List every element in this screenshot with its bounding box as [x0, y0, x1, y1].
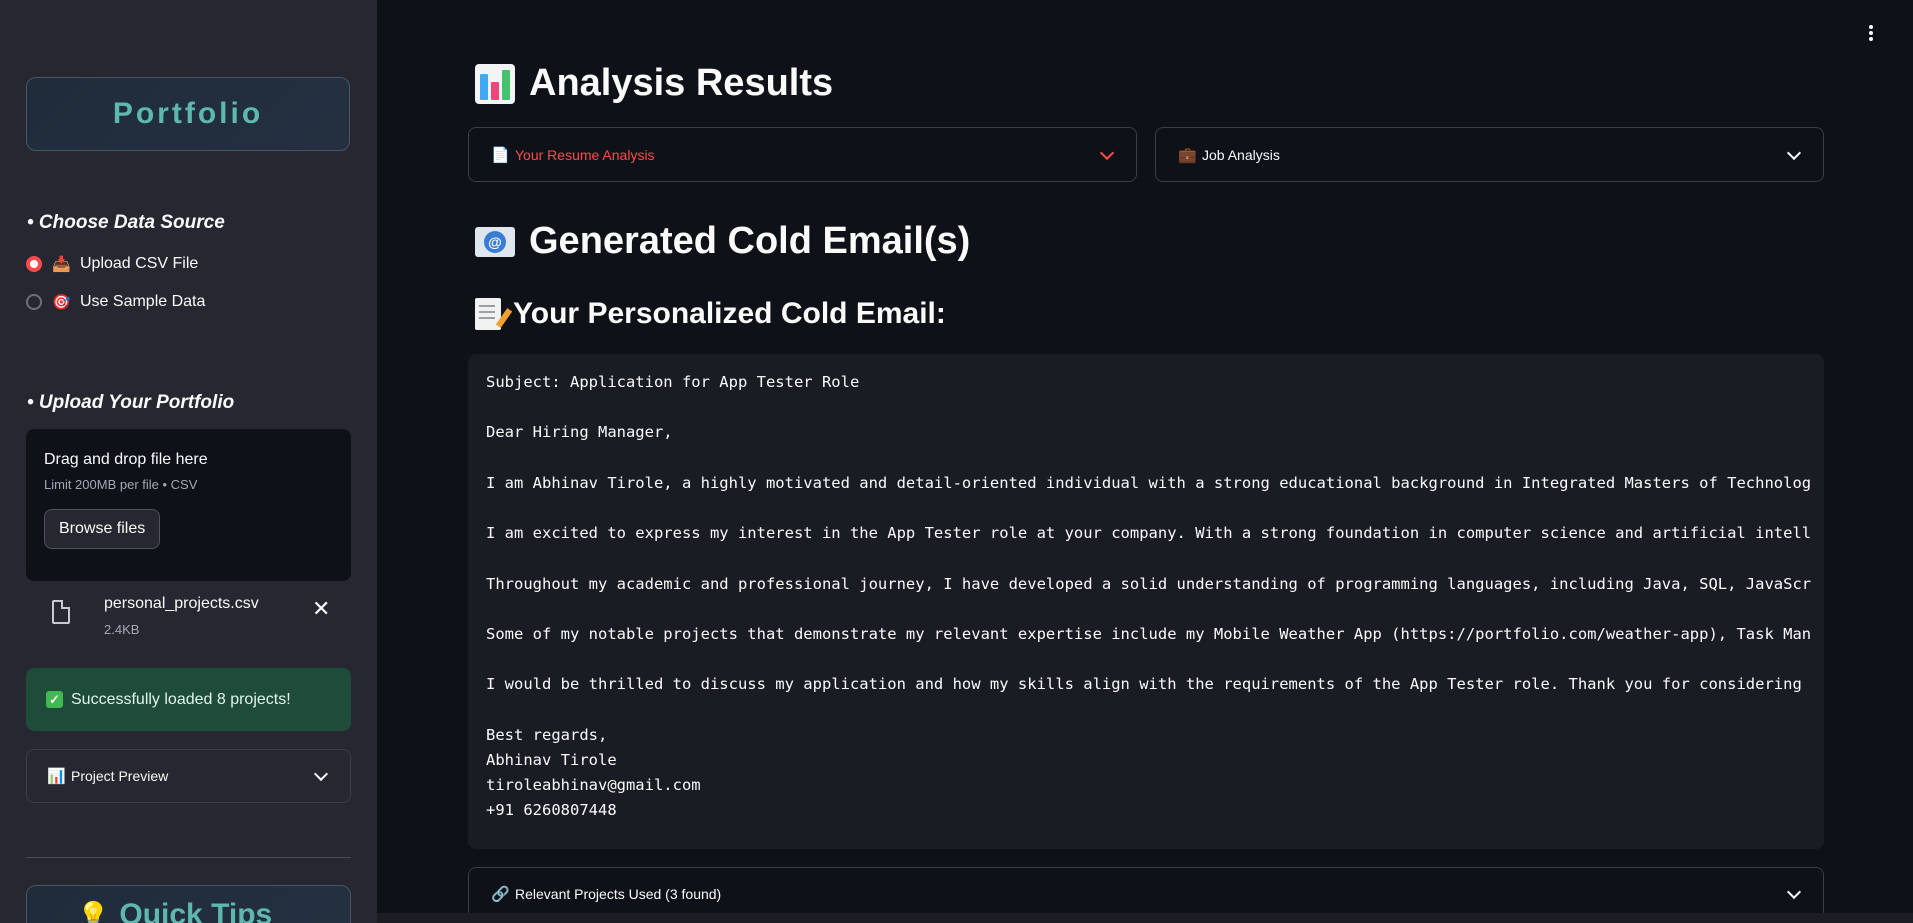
horizontal-scrollbar[interactable] — [377, 913, 1913, 923]
email-line: +91 6260807448 — [486, 801, 617, 820]
email-line — [486, 395, 1824, 420]
email-line: Subject: Application for App Tester Role — [486, 373, 860, 391]
radio-button-checked[interactable] — [26, 256, 42, 272]
success-message: Successfully loaded 8 projects! — [71, 690, 291, 708]
email-code-block: Subject: Application for App Tester Role… — [468, 354, 1824, 849]
dropzone-limit: Limit 200MB per file • CSV — [44, 477, 198, 492]
resume-analysis-expander[interactable]: 📄 Your Resume Analysis — [468, 127, 1137, 182]
email-line: I am excited to express my interest in t… — [486, 524, 1812, 543]
main-menu-kebab-icon[interactable] — [1869, 25, 1875, 43]
generated-emails-heading: @ Generated Cold Email(s) — [475, 220, 970, 263]
email-line: I would be thrilled to discuss my applic… — [486, 675, 1802, 694]
browse-files-button[interactable]: Browse files — [44, 509, 161, 549]
dropzone-title: Drag and drop file here — [44, 451, 208, 468]
email-line — [486, 647, 1824, 672]
link-icon: 🔗 — [491, 885, 510, 903]
chevron-down-icon — [313, 766, 329, 782]
expander-label: Your Resume Analysis — [515, 146, 655, 163]
email-line: Throughout my academic and professional … — [486, 574, 1812, 593]
email-line: Dear Hiring Manager, — [486, 423, 673, 442]
bar-chart-icon — [475, 63, 515, 104]
analysis-results-heading: Analysis Results — [475, 62, 833, 105]
sidebar: Portfolio • Choose Data Source 📥 Upload … — [0, 0, 377, 923]
email-line — [486, 597, 1824, 622]
uploaded-file-size: 2.4KB — [104, 622, 140, 637]
briefcase-icon: 💼 — [1178, 146, 1197, 164]
project-preview-expander[interactable]: 📊 Project Preview — [26, 749, 351, 803]
portfolio-title: Portfolio — [112, 97, 264, 130]
lightbulb-icon: 💡 — [77, 900, 110, 923]
email-line — [486, 546, 1824, 571]
radio-upload-csv[interactable]: 📥 Upload CSV File — [26, 255, 198, 273]
expander-label: Relevant Projects Used (3 found) — [515, 885, 722, 902]
expander-label: Job Analysis — [1202, 146, 1280, 163]
upload-portfolio-heading: • Upload Your Portfolio — [27, 392, 235, 413]
radio-button[interactable] — [26, 294, 42, 310]
email-icon: @ — [475, 226, 515, 257]
radio-use-sample-data[interactable]: 🎯 Use Sample Data — [26, 293, 205, 311]
email-line — [486, 496, 1824, 521]
check-mark-icon: ✓ — [46, 691, 63, 708]
page-facing-up-icon: 📄 — [491, 146, 510, 164]
email-line: Abhinav Tirole — [486, 750, 617, 769]
remove-file-close-icon[interactable]: ✕ — [312, 596, 330, 622]
memo-icon — [475, 298, 501, 330]
personalized-email-heading: Your Personalized Cold Email: — [475, 297, 946, 331]
expander-label: Project Preview — [71, 768, 169, 784]
email-line: tiroleabhinav@gmail.com — [486, 776, 701, 794]
personalized-email-title: Your Personalized Cold Email: — [513, 297, 946, 330]
bar-chart-icon: 📊 — [47, 768, 66, 785]
email-line — [486, 697, 1824, 722]
file-icon — [52, 600, 70, 624]
quick-tips-title: Quick Tips — [119, 898, 273, 923]
uploaded-file-name: personal_projects.csv — [104, 595, 259, 612]
radio-label: Use Sample Data — [80, 293, 206, 310]
relevant-projects-expander[interactable]: 🔗 Relevant Projects Used (3 found) — [468, 867, 1824, 919]
radio-label: Upload CSV File — [80, 255, 199, 272]
email-line — [486, 446, 1824, 471]
portfolio-title-banner: Portfolio — [26, 77, 350, 151]
job-analysis-expander[interactable]: 💼 Job Analysis — [1155, 127, 1824, 182]
chevron-down-icon — [1786, 884, 1802, 899]
email-line: I am Abhinav Tirole, a highly motivated … — [486, 473, 1812, 492]
quick-tips-banner: 💡 Quick Tips — [26, 885, 351, 923]
analysis-results-title: Analysis Results — [529, 62, 834, 104]
inbox-tray-icon: 📥 — [52, 256, 71, 273]
sidebar-divider — [26, 857, 351, 858]
chevron-down-icon — [1099, 145, 1115, 160]
uploaded-file-row: personal_projects.csv 2.4KB ✕ — [26, 592, 351, 642]
dart-target-icon: 🎯 — [52, 294, 71, 311]
success-alert: ✓ Successfully loaded 8 projects! — [26, 668, 351, 731]
email-line: Best regards, — [486, 725, 608, 744]
chevron-down-icon — [1786, 145, 1802, 160]
file-uploader-dropzone[interactable]: Drag and drop file here Limit 200MB per … — [26, 429, 351, 581]
email-line: Some of my notable projects that demonst… — [486, 624, 1812, 643]
data-source-heading: • Choose Data Source — [27, 212, 225, 233]
generated-emails-title: Generated Cold Email(s) — [529, 220, 971, 262]
